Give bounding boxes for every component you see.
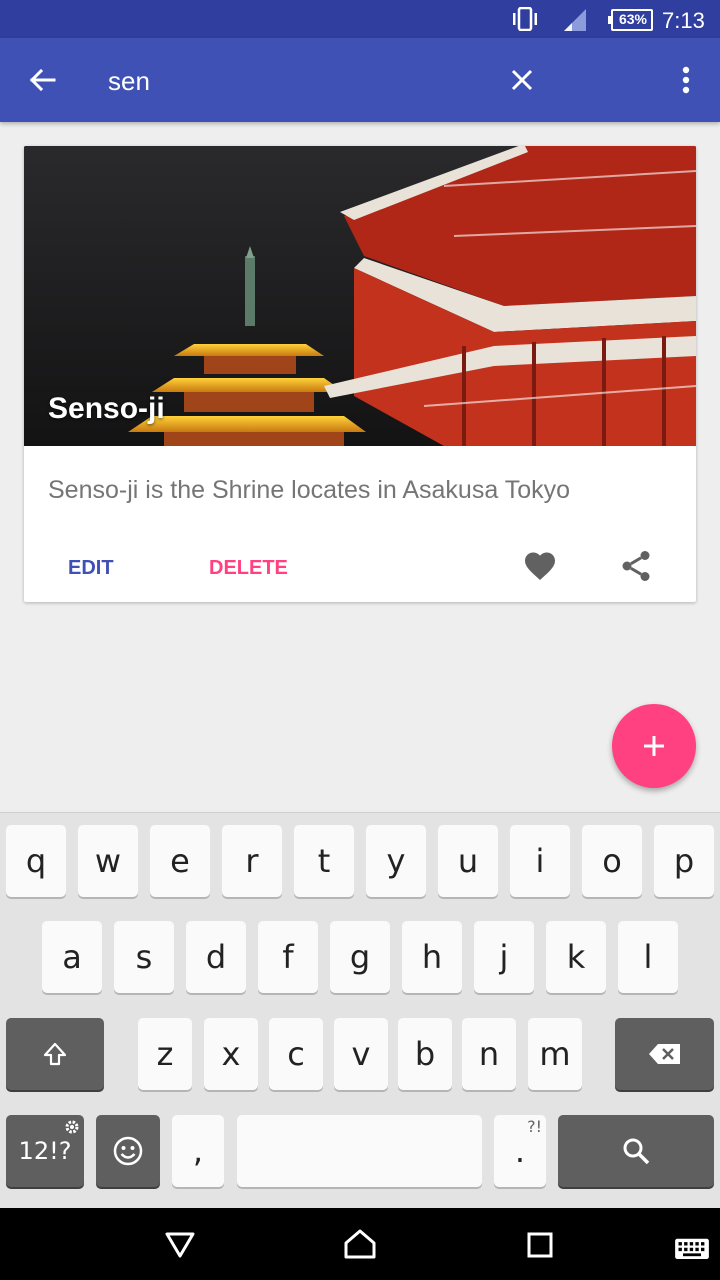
nav-home-icon[interactable] bbox=[342, 1226, 378, 1262]
key-h[interactable]: h bbox=[402, 921, 462, 993]
key-j[interactable]: j bbox=[474, 921, 534, 993]
settings-gear-icon bbox=[65, 1120, 79, 1134]
clock: 7:13 bbox=[662, 8, 705, 33]
vibrate-icon bbox=[513, 7, 537, 31]
comma-key[interactable]: , bbox=[172, 1115, 224, 1187]
key-r[interactable]: r bbox=[222, 825, 282, 897]
favorite-icon[interactable] bbox=[522, 548, 558, 584]
emoji-key[interactable] bbox=[96, 1115, 160, 1187]
symbols-key-label: 12!? bbox=[18, 1137, 72, 1165]
card-title: Senso-ji bbox=[48, 392, 165, 425]
space-key[interactable] bbox=[237, 1115, 482, 1187]
period-key-hint: ?! bbox=[527, 1117, 542, 1136]
signal-icon bbox=[564, 9, 586, 31]
share-icon[interactable] bbox=[618, 548, 654, 584]
key-q[interactable]: q bbox=[6, 825, 66, 897]
delete-button[interactable]: DELETE bbox=[209, 557, 288, 580]
key-b[interactable]: b bbox=[398, 1018, 452, 1090]
soft-keyboard: q w e r t y u i o p a s d f g h j k l z … bbox=[0, 812, 720, 1208]
key-o[interactable]: o bbox=[582, 825, 642, 897]
key-p[interactable]: p bbox=[654, 825, 714, 897]
more-vert-icon[interactable] bbox=[666, 60, 706, 100]
key-z[interactable]: z bbox=[138, 1018, 192, 1090]
symbols-key[interactable]: 12!? bbox=[6, 1115, 84, 1187]
key-a[interactable]: a bbox=[42, 921, 102, 993]
system-nav-bar bbox=[0, 1208, 720, 1280]
close-icon[interactable] bbox=[502, 60, 542, 100]
shift-key[interactable] bbox=[6, 1018, 104, 1090]
search-input[interactable]: sen bbox=[108, 66, 150, 97]
nav-back-icon[interactable] bbox=[162, 1226, 198, 1262]
search-key[interactable] bbox=[558, 1115, 714, 1187]
key-t[interactable]: t bbox=[294, 825, 354, 897]
shift-arrow-icon bbox=[43, 1042, 67, 1066]
search-icon bbox=[623, 1138, 650, 1165]
key-e[interactable]: e bbox=[150, 825, 210, 897]
key-g[interactable]: g bbox=[330, 921, 390, 993]
period-key[interactable]: . ?! bbox=[494, 1115, 546, 1187]
plus-icon bbox=[644, 736, 664, 756]
back-arrow-icon[interactable] bbox=[22, 60, 62, 100]
battery-percent: 63% bbox=[618, 11, 648, 27]
key-c[interactable]: c bbox=[269, 1018, 323, 1090]
key-s[interactable]: s bbox=[114, 921, 174, 993]
period-key-label: . bbox=[514, 1132, 526, 1170]
nav-recents-icon[interactable] bbox=[522, 1226, 558, 1262]
keyboard-switch-icon[interactable] bbox=[674, 1232, 710, 1268]
key-y[interactable]: y bbox=[366, 825, 426, 897]
status-bar: 63% 7:13 bbox=[0, 0, 720, 38]
key-u[interactable]: u bbox=[438, 825, 498, 897]
key-v[interactable]: v bbox=[334, 1018, 388, 1090]
key-f[interactable]: f bbox=[258, 921, 318, 993]
key-w[interactable]: w bbox=[78, 825, 138, 897]
search-app-bar: sen bbox=[0, 38, 720, 122]
card-description: Senso-ji is the Shrine locates in Asakus… bbox=[48, 476, 571, 504]
key-i[interactable]: i bbox=[510, 825, 570, 897]
key-m[interactable]: m bbox=[528, 1018, 582, 1090]
key-l[interactable]: l bbox=[618, 921, 678, 993]
emoji-icon bbox=[113, 1136, 143, 1166]
key-x[interactable]: x bbox=[204, 1018, 258, 1090]
place-card[interactable]: Senso-ji Senso-ji is the Shrine locates … bbox=[24, 146, 696, 602]
backspace-key[interactable] bbox=[615, 1018, 714, 1090]
add-fab-button[interactable] bbox=[612, 704, 696, 788]
key-d[interactable]: d bbox=[186, 921, 246, 993]
key-k[interactable]: k bbox=[546, 921, 606, 993]
key-n[interactable]: n bbox=[462, 1018, 516, 1090]
backspace-icon bbox=[648, 1044, 680, 1064]
edit-button[interactable]: EDIT bbox=[68, 557, 114, 580]
